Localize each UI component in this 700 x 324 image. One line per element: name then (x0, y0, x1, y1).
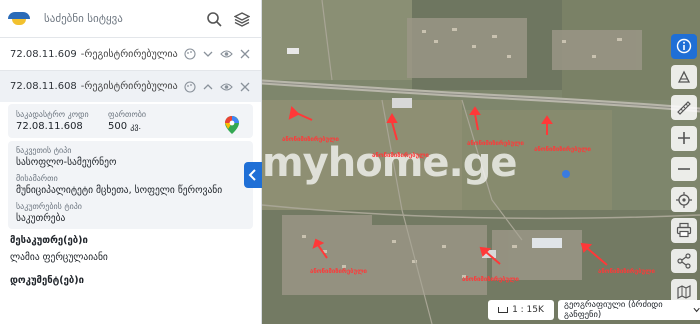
palette-icon[interactable] (184, 46, 196, 62)
owners-heading: მესაკუთრე(ებ)ი (10, 235, 88, 246)
chevron-up-icon[interactable] (202, 79, 214, 95)
top-bar (0, 0, 261, 38)
print-icon (676, 223, 692, 238)
parcel-row-608[interactable]: 72.08.11.608 -რეგისტრირებულია (0, 70, 261, 102)
info-tool-button[interactable] (671, 34, 697, 59)
map-toolbar (668, 28, 700, 305)
parcel-details: საკადასტრო კოდი 72.08.11.608 ფართობი 500… (0, 104, 261, 229)
parcel-summary-card: საკადასტრო კოდი 72.08.11.608 ფართობი 500… (8, 104, 253, 138)
ownership-label: საკუთრების ტიპი (16, 202, 82, 211)
cadastral-value: 72.08.11.608 (16, 121, 83, 132)
chevron-left-icon (248, 169, 256, 181)
locate-button[interactable] (671, 187, 697, 213)
address-label: მისამართი (16, 174, 58, 183)
satellite-map[interactable]: myhome.ge ანონიმიზირებული ანონიმიზირებულ… (262, 0, 700, 324)
parcel-info-card: ნაკვეთის ტიპი სასოფლო-სამეურნეო მისამართ… (8, 141, 253, 229)
land-type-value: სასოფლო-სამეურნეო (16, 157, 117, 168)
minus-icon (678, 168, 690, 170)
plus-icon (678, 132, 690, 145)
app-logo[interactable] (8, 11, 30, 26)
palette-icon[interactable] (184, 79, 196, 95)
area-label: ფართობი (108, 110, 147, 119)
search-input[interactable] (44, 12, 197, 25)
scale-indicator: 1 : 15K (488, 300, 554, 320)
google-maps-icon[interactable] (225, 116, 239, 134)
scale-text: 1 : 15K (512, 305, 544, 315)
basemap-select-value: გეოგრაფიული (ბრძიდი განფენი) (564, 300, 663, 320)
share-icon (677, 253, 691, 269)
side-panel: 72.08.11.609 -რეგისტრირებულია 72.08.11.6… (0, 0, 262, 324)
map-layers-icon (677, 284, 691, 299)
owners-section: მესაკუთრე(ებ)ი ლამია ფერცულაიანი (0, 229, 261, 263)
chevron-down-icon (693, 307, 700, 313)
owner-name: ლამია ფერცულაიანი (10, 252, 108, 263)
ruler-icon (677, 100, 691, 115)
land-type-label: ნაკვეთის ტიპი (16, 146, 72, 155)
parcel-status: -რეგისტრირებულია (80, 81, 178, 92)
area-value: 500 კვ. (108, 121, 142, 132)
parcel-row-609[interactable]: 72.08.11.609 -რეგისტრირებულია (0, 38, 261, 70)
eye-icon[interactable] (220, 79, 233, 95)
parcel-code: 72.08.11.608 (10, 81, 77, 92)
measure-distance-button[interactable] (671, 95, 697, 121)
share-button[interactable] (671, 248, 697, 274)
documents-section[interactable]: დოკუმენტ(ებ)ი (0, 263, 261, 286)
measure-area-icon (677, 70, 691, 83)
arrow-label: ანონიმიზირებული (534, 146, 591, 153)
cadastral-label: საკადასტრო კოდი (16, 110, 89, 119)
print-button[interactable] (671, 218, 697, 243)
arrow-label: ანონიმიზირებული (310, 268, 367, 275)
search-icon[interactable] (203, 8, 225, 30)
zoom-in-button[interactable] (671, 126, 697, 151)
layers-icon[interactable] (231, 8, 253, 30)
arrow-label: ანონიმიზირებული (467, 140, 524, 147)
collapse-panel-button[interactable] (244, 162, 262, 188)
eye-icon[interactable] (220, 46, 233, 62)
address-value: მუნიციპალიტეტი მცხეთა, სოფელი წეროვანი (16, 185, 223, 196)
crosshair-icon (676, 191, 692, 208)
arrow-label: ანონიმიზირებული (282, 136, 339, 143)
parcel-status: -რეგისტრირებულია (80, 48, 178, 60)
arrow-label: ანონიმიზირებული (462, 276, 519, 283)
measure-area-button[interactable] (671, 64, 697, 90)
arrow-label: ანონიმიზირებული (598, 268, 655, 275)
close-icon[interactable] (239, 46, 251, 62)
ownership-value: საკუთრება (16, 213, 66, 224)
info-icon (676, 39, 692, 54)
close-icon[interactable] (239, 79, 251, 95)
arrow-label: ანონიმიზირებული (372, 152, 429, 159)
documents-heading: დოკუმენტ(ებ)ი (10, 275, 84, 286)
zoom-out-button[interactable] (671, 156, 697, 182)
chevron-down-icon[interactable] (202, 46, 214, 62)
scale-bar-icon (498, 307, 509, 313)
parcel-code: 72.08.11.609 (10, 48, 77, 60)
basemap-select[interactable]: გეოგრაფიული (ბრძიდი განფენი) (558, 300, 700, 320)
